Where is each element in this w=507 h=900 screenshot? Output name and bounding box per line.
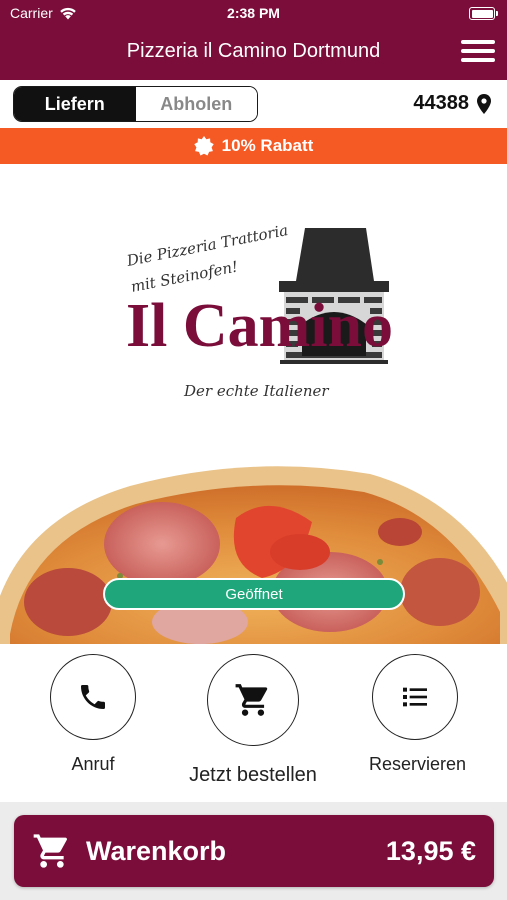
discount-badge-icon — [193, 136, 214, 156]
top-bar: Carrier 2:38 PM Pizzeria il Camino Dortm… — [0, 0, 507, 80]
status-bar: Carrier 2:38 PM — [0, 0, 507, 28]
menu-line-icon — [461, 58, 495, 62]
reserve-label: Reservieren — [369, 754, 467, 774]
cart-icon — [33, 834, 67, 868]
cart-button[interactable]: Warenkorb 13,95 € — [14, 815, 494, 887]
battery-icon — [469, 7, 498, 20]
order-label: Jetzt bestellen — [189, 764, 317, 786]
open-status-button[interactable]: Geöffnet — [103, 578, 405, 610]
page-title: Pizzeria il Camino Dortmund — [126, 40, 381, 62]
restaurant-logo: Die Pizzeria Trattoria mit Steinofen! Il… — [124, 221, 393, 400]
pickup-tab[interactable]: Abholen — [135, 87, 257, 121]
deliver-tab[interactable]: Liefern — [14, 87, 136, 121]
shopping-cart-icon — [235, 684, 268, 716]
pizza-image — [0, 466, 507, 644]
quick-actions: Anruf Jetzt bestellen Reservieren — [0, 644, 507, 802]
hamburger-menu-button[interactable] — [461, 38, 495, 64]
cart-total: 13,95 € — [385, 835, 476, 866]
reserve-action[interactable]: Reservieren — [369, 654, 467, 775]
order-mode-toggle: Liefern Abholen — [13, 86, 258, 122]
logo-slogan: Der echte Italiener — [183, 382, 329, 400]
reserve-button[interactable] — [372, 654, 458, 740]
restaurant-logo-area: Die Pizzeria Trattoria mit Steinofen! Il… — [0, 164, 507, 454]
menu-line-icon — [461, 49, 495, 53]
order-action[interactable]: Jetzt bestellen — [187, 654, 319, 787]
status-time: 2:38 PM — [227, 5, 280, 21]
zip-code: 44388 — [413, 92, 469, 114]
call-button[interactable] — [50, 654, 136, 740]
app-root: Carrier 2:38 PM Pizzeria il Camino Dortm… — [0, 0, 507, 900]
menu-line-icon — [461, 40, 495, 44]
promo-label: 10% Rabatt — [221, 136, 314, 155]
location-pin-icon — [477, 93, 491, 114]
cart-label: Warenkorb — [86, 835, 227, 866]
phone-icon — [81, 685, 105, 709]
logo-name: Il Camino — [126, 292, 393, 360]
call-action[interactable]: Anruf — [49, 654, 137, 775]
order-button[interactable] — [207, 654, 299, 746]
order-mode-bar: Liefern Abholen 44388 — [0, 80, 507, 128]
pizza-hero-image — [0, 452, 507, 644]
call-label: Anruf — [71, 754, 115, 774]
promo-banner[interactable]: 10% Rabatt — [0, 128, 507, 164]
list-icon — [403, 687, 427, 707]
zip-selector[interactable]: 44388 — [413, 92, 491, 115]
